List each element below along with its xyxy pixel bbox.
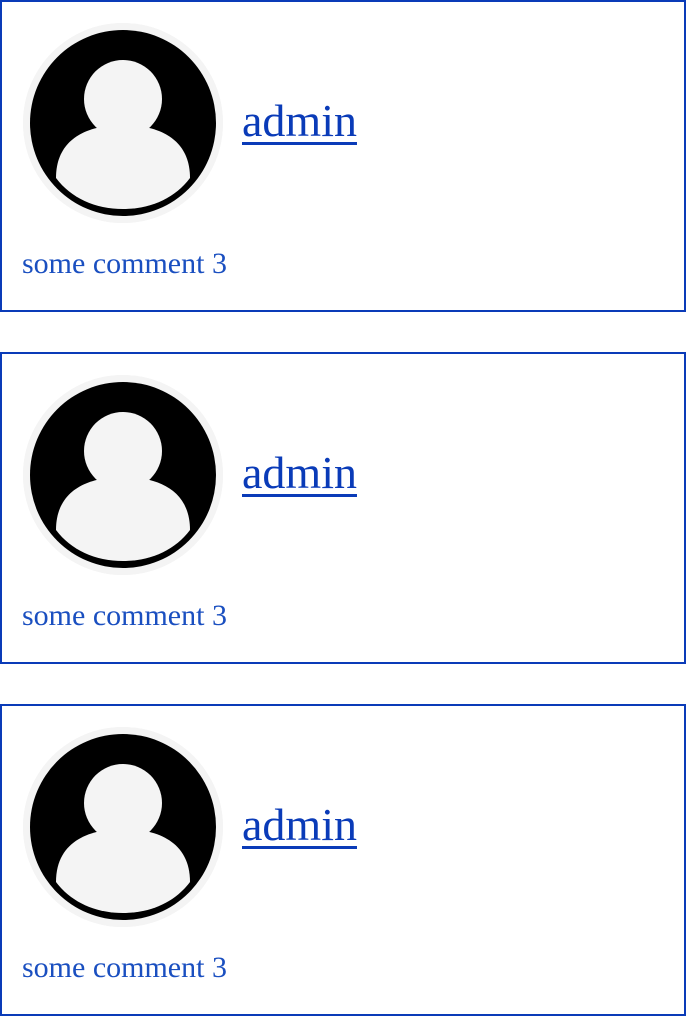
comment-card: admin some comment 3 bbox=[0, 352, 686, 664]
author-link[interactable]: admin bbox=[242, 446, 357, 500]
comment-text: some comment 3 bbox=[22, 247, 227, 280]
comment-text: some comment 3 bbox=[22, 951, 227, 984]
author-link[interactable]: admin bbox=[242, 798, 357, 852]
comment-text: some comment 3 bbox=[22, 599, 227, 632]
author-link[interactable]: admin bbox=[242, 94, 357, 148]
user-avatar-icon bbox=[23, 727, 223, 927]
comment-card: admin some comment 3 bbox=[0, 704, 686, 1016]
user-avatar-icon bbox=[23, 375, 223, 575]
user-avatar-icon bbox=[23, 23, 223, 223]
comment-card: admin some comment 3 bbox=[0, 0, 686, 312]
